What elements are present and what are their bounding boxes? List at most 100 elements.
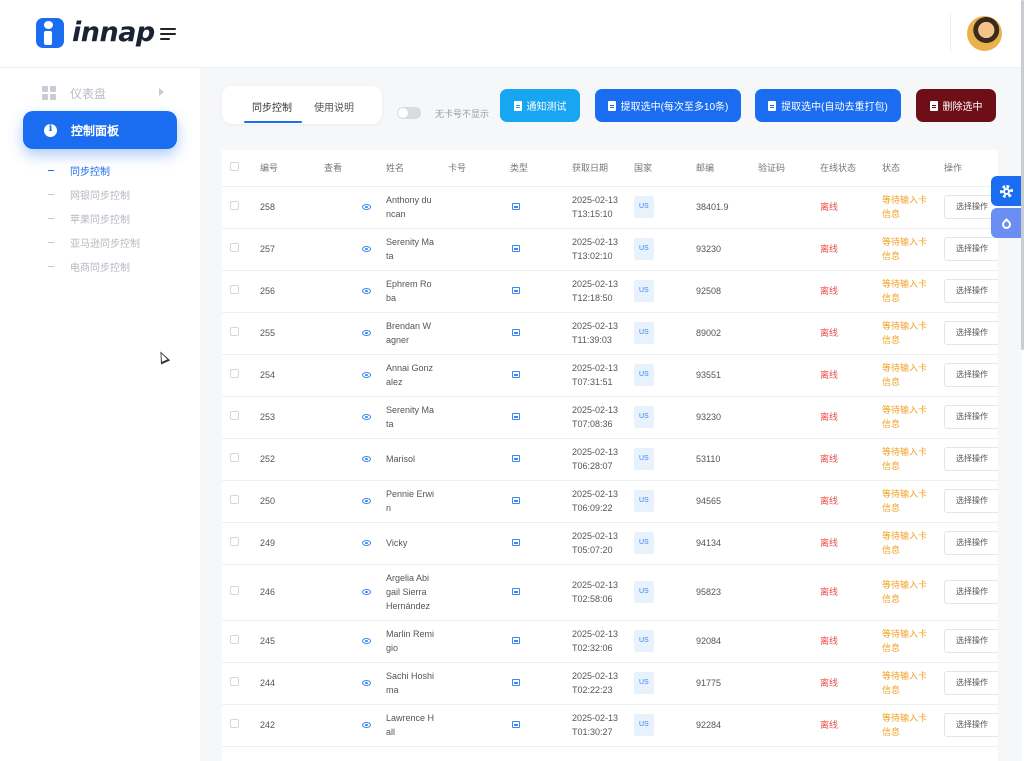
name-line: gio [386,643,399,653]
table-row[interactable]: 256 Ephrem Ro ba 2025-02-13 T12:18:50 US 92508… [222,270,998,313]
image-icon[interactable] [512,245,520,252]
eye-icon[interactable] [362,589,371,595]
row-checkbox[interactable] [230,586,239,595]
table-row[interactable]: 242 Lawrence H all 2025-02-13 T01:30:27 US 922… [222,704,998,747]
row-date: 2025-02-13 T07:31:51 [572,354,634,397]
eye-icon[interactable] [362,540,371,546]
select-action-button[interactable]: 选择操作 [944,279,998,303]
sidebar-subitem[interactable]: 同步控制 [48,158,140,182]
select-action-button[interactable]: 选择操作 [944,580,998,604]
table-row[interactable]: 250 Pennie Erwi n 2025-02-13 T06:09:22 US 9456… [222,480,998,523]
image-icon[interactable] [512,287,520,294]
select-action-button[interactable]: 选择操作 [944,489,998,513]
sidebar-item-dashboard[interactable]: 仪表盘 [42,84,172,102]
select-action-button[interactable]: 选择操作 [944,405,998,429]
menu-toggle-icon[interactable] [160,26,178,42]
image-icon[interactable] [512,539,520,546]
sidebar-subitem[interactable]: 网银同步控制 [48,182,140,206]
row-checkbox[interactable] [230,719,239,728]
settings-float-button[interactable] [991,176,1021,206]
status-line: 等待输入卡 [882,321,928,331]
status-line: 信息 [882,643,901,653]
select-action-button[interactable]: 选择操作 [944,195,998,219]
hide-no-card-toggle[interactable] [397,107,421,119]
tab-usage-guide[interactable]: 使用说明 [314,99,354,114]
row-id: 256 [260,270,324,313]
table-row[interactable]: 246 Argelia Abi gail Sierra Hernández 2025-0… [222,564,998,621]
eye-icon[interactable] [362,372,371,378]
image-icon[interactable] [512,203,520,210]
image-icon[interactable] [512,497,520,504]
eye-icon[interactable] [362,246,371,252]
row-id: 254 [260,354,324,397]
image-icon[interactable] [512,721,520,728]
eye-icon[interactable] [362,414,371,420]
select-action-button[interactable]: 选择操作 [944,713,998,737]
row-checkbox[interactable] [230,453,239,462]
sidebar-item-control-panel[interactable]: 控制面板 [23,111,177,149]
row-checkbox[interactable] [230,369,239,378]
sidebar-subitem[interactable]: 亚马逊同步控制 [48,230,140,254]
date-line: 2025-02-13 [572,321,619,331]
image-icon[interactable] [512,588,520,595]
select-action-button[interactable]: 选择操作 [944,671,998,695]
select-action-button[interactable]: 选择操作 [944,629,998,653]
row-checkbox[interactable] [230,243,239,252]
select-all-checkbox[interactable] [230,162,239,172]
row-checkbox[interactable] [230,635,239,644]
eye-icon[interactable] [362,288,371,294]
table-row[interactable]: 245 Marlin Remi gio 2025-02-13 T02:32:06 US 92… [222,620,998,663]
eye-icon[interactable] [362,330,371,336]
eye-icon[interactable] [362,638,371,644]
row-status: 等待输入卡 信息 [882,270,944,313]
image-icon[interactable] [512,637,520,644]
name-line: Pennie Erwi [386,489,435,499]
row-checkbox[interactable] [230,677,239,686]
eye-icon[interactable] [362,456,371,462]
image-icon[interactable] [512,679,520,686]
select-action-button[interactable]: 选择操作 [944,447,998,471]
row-checkbox[interactable] [230,285,239,294]
table-row[interactable]: 252 Marisol 2025-02-13 T06:28:07 US 53110 离线 等待… [222,438,998,481]
extract-dedupe-button[interactable]: 提取选中(自动去重打包) [755,89,901,122]
image-icon[interactable] [512,329,520,336]
image-icon[interactable] [512,371,520,378]
select-action-button[interactable]: 选择操作 [944,363,998,387]
row-checkbox[interactable] [230,495,239,504]
select-action-button[interactable]: 选择操作 [944,531,998,555]
logo[interactable]: innap [36,17,155,48]
eye-icon[interactable] [362,680,371,686]
row-checkbox[interactable] [230,327,239,336]
table-row[interactable]: 244 Sachi Hoshi ma 2025-02-13 T02:22:23 US 917… [222,662,998,705]
user-avatar[interactable] [967,16,1002,51]
delete-selected-button[interactable]: 删除选中 [916,89,996,122]
eye-icon[interactable] [362,498,371,504]
table-row[interactable]: 253 Serenity Ma ta 2025-02-13 T07:08:36 US 932… [222,396,998,439]
table-row[interactable]: 254 Annai Gonz alez 2025-02-13 T07:31:51 US 93… [222,354,998,397]
theme-float-button[interactable] [991,208,1021,238]
tab-sync-control[interactable]: 同步控制 [252,99,292,114]
table-row[interactable]: 249 Vicky 2025-02-13 T05:07:20 US 94134 离线 等待输入… [222,522,998,565]
extract-selected-button[interactable]: 提取选中(每次至多10条) [595,89,741,122]
select-action-button[interactable]: 选择操作 [944,321,998,345]
select-action-button[interactable]: 选择操作 [944,237,998,261]
table-row[interactable]: 258 Anthony du ncan 2025-02-13 T13:15:10 US 38… [222,186,998,229]
dash-icon [48,217,54,219]
table-row[interactable]: 257 Serenity Ma ta 2025-02-13 T13:02:10 US 932… [222,228,998,271]
row-checkbox[interactable] [230,201,239,210]
image-icon[interactable] [512,455,520,462]
sidebar-subitem[interactable]: 苹果同步控制 [48,206,140,230]
image-icon[interactable] [512,413,520,420]
notify-test-button[interactable]: 通知测试 [500,89,580,122]
row-checkbox[interactable] [230,411,239,420]
eye-icon[interactable] [362,722,371,728]
row-card [448,480,510,523]
eye-icon[interactable] [362,204,371,210]
sidebar-subitem[interactable]: 电商同步控制 [48,254,140,278]
row-checkbox[interactable] [230,537,239,546]
time-line: T02:58:06 [572,594,613,604]
status-line: 等待输入卡 [882,195,928,205]
name-line: Vicky [386,538,408,548]
table-row[interactable]: 255 Brendan W agner 2025-02-13 T11:39:03 US 89… [222,312,998,355]
country-badge: US [634,672,654,694]
